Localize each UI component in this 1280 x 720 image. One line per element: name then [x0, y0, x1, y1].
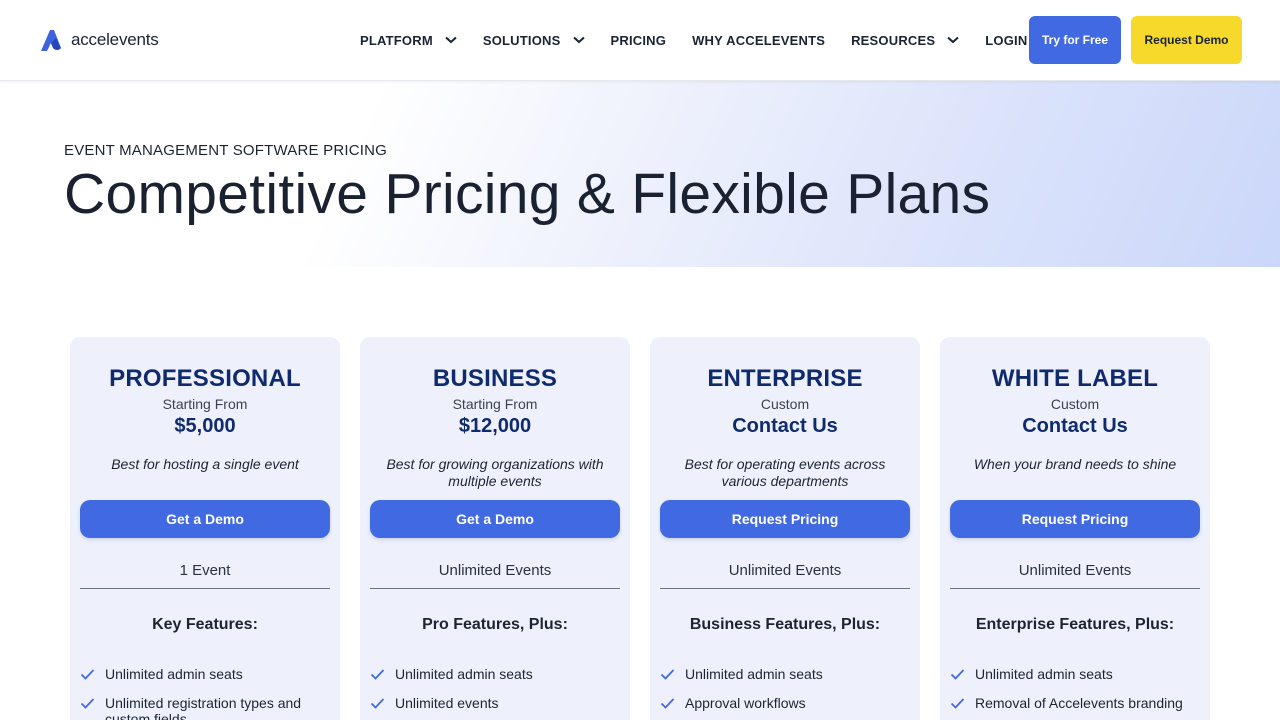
plan-name: BUSINESS [432, 365, 558, 392]
check-icon [660, 669, 675, 680]
check-icon [950, 698, 965, 709]
features-heading: Business Features, Plus: [689, 616, 881, 633]
nav-login[interactable]: LOGIN [985, 33, 1027, 48]
feature-label: Removal of Accelevents branding [975, 695, 1183, 711]
plan-card-white-label: WHITE LABEL Custom Contact Us When your … [940, 337, 1210, 720]
plan-card-enterprise: ENTERPRISE Custom Contact Us Best for op… [650, 337, 920, 720]
plan-price: $12,000 [458, 415, 532, 437]
request-demo-button[interactable]: Request Demo [1131, 16, 1242, 64]
hero-banner: EVENT MANAGEMENT SOFTWARE PRICING Compet… [0, 81, 1280, 267]
nav-why-accelevents[interactable]: WHY ACCELEVENTS [692, 33, 825, 48]
plan-price-prefix: Custom [1050, 396, 1100, 412]
check-icon [80, 669, 95, 680]
plan-description: Best for operating events across various… [684, 456, 886, 489]
plan-description: Best for growing organizations with mult… [386, 456, 604, 489]
chevron-down-icon [445, 36, 457, 44]
plan-price-prefix: Starting From [162, 396, 248, 412]
feature-label: Unlimited admin seats [685, 666, 823, 682]
get-a-demo-button[interactable]: Get a Demo [370, 500, 620, 538]
features-heading: Pro Features, Plus: [422, 616, 568, 633]
logo-link[interactable]: accelevents [37, 26, 159, 54]
nav-platform-label: PLATFORM [360, 32, 433, 48]
plan-name: WHITE LABEL [991, 365, 1159, 392]
nav-solutions-label: SOLUTIONS [482, 32, 561, 48]
feature-label: Unlimited registration types and custom … [105, 695, 302, 720]
feature-label: Unlimited admin seats [975, 666, 1113, 682]
feature-list: Unlimited admin seats Unlimited events [370, 666, 625, 720]
hero-eyebrow: EVENT MANAGEMENT SOFTWARE PRICING [64, 142, 388, 159]
feature-list: Unlimited admin seats Approval workflows [660, 666, 915, 720]
feature-label: Unlimited admin seats [105, 666, 243, 682]
request-pricing-button[interactable]: Request Pricing [660, 500, 910, 538]
request-pricing-button[interactable]: Request Pricing [950, 500, 1200, 538]
nav-platform[interactable]: PLATFORM [360, 33, 457, 48]
nav-resources[interactable]: RESOURCES [851, 33, 959, 48]
plan-price-prefix: Starting From [452, 396, 538, 412]
accelevents-logo-icon [41, 30, 61, 51]
feature-label: Unlimited events [395, 695, 499, 711]
plan-event-count: Unlimited Events [660, 562, 910, 589]
plan-name: ENTERPRISE [707, 365, 863, 392]
nav-login-label: LOGIN [985, 32, 1028, 48]
plan-price: Contact Us [732, 415, 838, 437]
nav-pricing-label: PRICING [610, 32, 667, 48]
logo-text: accelevents [71, 30, 159, 49]
plan-card-professional: PROFESSIONAL Starting From $5,000 Best f… [70, 337, 340, 720]
feature-item: Unlimited admin seats [950, 666, 1205, 682]
plan-description: Best for hosting a single event [111, 456, 299, 472]
features-heading: Enterprise Features, Plus: [975, 616, 1175, 633]
feature-item: Removal of Accelevents branding [950, 695, 1205, 711]
feature-label: Approval workflows [685, 695, 806, 711]
feature-item: Unlimited events [370, 695, 625, 711]
feature-list: Unlimited admin seats Removal of Accelev… [950, 666, 1205, 720]
feature-item: Unlimited admin seats [370, 666, 625, 682]
features-heading: Key Features: [152, 616, 258, 633]
nav-pricing[interactable]: PRICING [611, 33, 667, 48]
check-icon [80, 698, 95, 709]
feature-item: Unlimited admin seats [80, 666, 335, 682]
plan-card-business: BUSINESS Starting From $12,000 Best for … [360, 337, 630, 720]
plan-name: PROFESSIONAL [109, 365, 301, 392]
chevron-down-icon [947, 36, 959, 44]
site-header: accelevents PLATFORM SOLUTIONS PRICING W… [0, 0, 1280, 81]
get-a-demo-button[interactable]: Get a Demo [80, 500, 330, 538]
nav-solutions[interactable]: SOLUTIONS [483, 33, 585, 48]
nav-resources-label: RESOURCES [851, 32, 936, 48]
feature-list: Unlimited admin seats Unlimited registra… [80, 666, 335, 720]
plan-price: Contact Us [1022, 415, 1128, 437]
check-icon [370, 669, 385, 680]
check-icon [950, 669, 965, 680]
feature-item: Approval workflows [660, 695, 915, 711]
chevron-down-icon [572, 36, 585, 44]
main-nav: PLATFORM SOLUTIONS PRICING WHY ACCELEVEN… [360, 0, 1053, 80]
page-title: Competitive Pricing & Flexible Plans [64, 162, 991, 226]
plan-price-prefix: Custom [760, 396, 810, 412]
feature-label: Unlimited admin seats [395, 666, 533, 682]
plan-price: $5,000 [174, 415, 236, 437]
check-icon [370, 698, 385, 709]
try-for-free-button[interactable]: Try for Free [1029, 16, 1121, 64]
feature-item: Unlimited admin seats [660, 666, 915, 682]
plan-event-count: Unlimited Events [370, 562, 620, 589]
plan-description: When your brand needs to shine [973, 456, 1177, 472]
plan-event-count: 1 Event [80, 562, 330, 589]
plan-event-count: Unlimited Events [950, 562, 1200, 589]
check-icon [660, 698, 675, 709]
feature-item: Unlimited registration types and custom … [80, 695, 335, 720]
nav-why-label: WHY ACCELEVENTS [692, 32, 826, 48]
